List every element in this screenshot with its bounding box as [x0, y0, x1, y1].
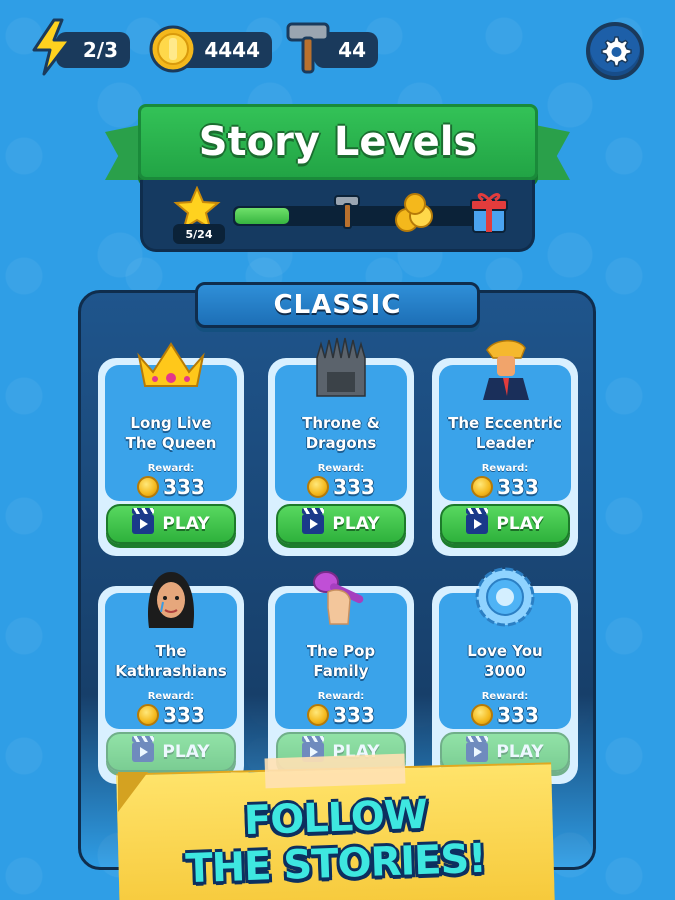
hammer-icon	[286, 22, 330, 74]
level-title: The Eccentric Leader	[448, 414, 562, 452]
progress-track	[233, 206, 495, 226]
woman-face-icon	[147, 572, 195, 628]
level-title: The Pop Family	[306, 642, 376, 680]
reward-row: 333	[275, 475, 407, 499]
reward-row: 333	[105, 475, 237, 499]
level-title: Long Live The Queen	[125, 414, 217, 452]
reward-value: 333	[497, 703, 539, 727]
gear-icon	[601, 36, 632, 67]
coin-icon	[307, 476, 330, 498]
coin-icon	[149, 25, 197, 73]
play-label: PLAY	[332, 514, 380, 534]
play-button[interactable]: PLAY	[440, 504, 570, 544]
reward-value: 333	[333, 703, 375, 727]
shield-disc-icon	[475, 567, 535, 627]
reward-row: 333	[275, 703, 407, 727]
level-title: Throne & Dragons	[302, 414, 380, 452]
energy-value: 2/3	[82, 38, 118, 62]
reward-value: 333	[163, 703, 205, 727]
play-button[interactable]: PLAY	[106, 732, 236, 772]
hammer-milestone-icon	[334, 195, 360, 229]
banner-tape	[264, 753, 406, 789]
leader-icon	[483, 340, 529, 400]
reward-row: 333	[439, 703, 571, 727]
reward-label: Reward:	[317, 463, 365, 474]
microphone-hand-icon	[313, 571, 364, 625]
progress-panel: 5/24	[140, 180, 535, 252]
settings-button[interactable]	[586, 22, 644, 80]
gift-icon	[470, 193, 508, 233]
coin-icon	[137, 704, 160, 726]
clapperboard-icon	[466, 508, 489, 534]
progress-fill	[235, 208, 289, 224]
clapperboard-icon	[466, 736, 489, 762]
level-card-long-live-the-queen[interactable]: Long Live The Queen Reward: 333 PLAY	[98, 342, 244, 556]
throne-icon	[316, 337, 366, 397]
reward-label: Reward:	[481, 691, 529, 702]
reward-row: 333	[105, 703, 237, 727]
level-card-throne-and-dragons[interactable]: Throne & Dragons Reward: 333 PLAY	[268, 337, 414, 556]
level-card-the-kathrashians[interactable]: The Kathrashians Reward: 333 PLAY	[98, 572, 244, 784]
play-label: PLAY	[496, 742, 544, 762]
reward-label: Reward:	[147, 463, 195, 474]
progress-label: 5/24	[173, 224, 225, 244]
clapperboard-icon	[132, 736, 155, 762]
level-title: The Kathrashians	[115, 642, 227, 680]
page-title: Story Levels	[198, 119, 478, 165]
reward-label: Reward:	[317, 691, 365, 702]
coin-icon	[307, 704, 330, 726]
level-card-the-eccentric-leader[interactable]: The Eccentric Leader Reward: 333 PLAY	[432, 340, 578, 556]
play-label: PLAY	[496, 514, 544, 534]
play-button[interactable]: PLAY	[276, 504, 406, 544]
hammer-value: 44	[338, 38, 366, 62]
play-button[interactable]: PLAY	[106, 504, 236, 544]
clapperboard-icon	[132, 508, 155, 534]
reward-label: Reward:	[481, 463, 529, 474]
coins-milestone-icon	[395, 193, 433, 232]
crown-icon	[137, 342, 205, 387]
reward-value: 333	[497, 475, 539, 499]
reward-value: 333	[163, 475, 205, 499]
level-card-love-you-3000[interactable]: Love You 3000 Reward: 333 PLAY	[432, 567, 578, 784]
play-label: PLAY	[162, 742, 210, 762]
coin-value: 4444	[204, 38, 260, 62]
coin-icon	[137, 476, 160, 498]
reward-value: 333	[333, 475, 375, 499]
play-label: PLAY	[162, 514, 210, 534]
lightning-icon	[32, 18, 72, 76]
coin-icon	[471, 476, 494, 498]
reward-row: 333	[439, 475, 571, 499]
coin-icon	[471, 704, 494, 726]
section-header: CLASSIC	[195, 282, 480, 328]
reward-label: Reward:	[147, 691, 195, 702]
level-title: Love You 3000	[467, 642, 543, 680]
clapperboard-icon	[302, 508, 325, 534]
section-title: CLASSIC	[273, 290, 402, 320]
title-ribbon: Story Levels	[138, 104, 538, 180]
